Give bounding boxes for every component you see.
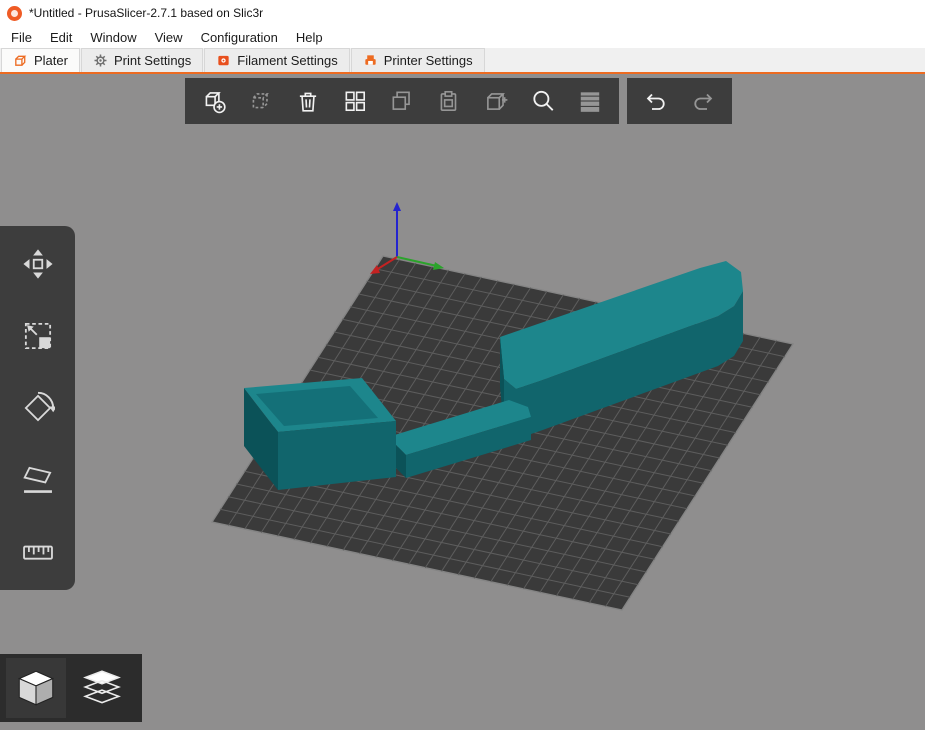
toolbar-undo-button[interactable] (639, 84, 673, 118)
sliced-preview-layers-icon (79, 665, 125, 711)
3d-editor-view-cube-icon (13, 665, 59, 711)
gizmo-move-button[interactable] (18, 244, 58, 284)
menu-help[interactable]: Help (287, 28, 332, 47)
undo-icon (643, 88, 669, 114)
plater-cube-icon (13, 53, 28, 68)
toolbar-variable-layer-height-button[interactable] (573, 84, 607, 118)
toolbar-add-instance-button[interactable] (479, 84, 513, 118)
toolbar-search-button[interactable] (526, 84, 560, 118)
3d-editor-view-button[interactable] (6, 658, 66, 718)
tab-filament-settings-label: Filament Settings (237, 53, 337, 68)
gear-icon (93, 53, 108, 68)
place-on-face-icon (21, 463, 55, 497)
toolbar-paste-button[interactable] (432, 84, 466, 118)
undo-redo-panel (627, 78, 732, 124)
gizmo-rotate-button[interactable] (18, 388, 58, 428)
viewport-3d[interactable] (0, 74, 925, 730)
menu-window[interactable]: Window (81, 28, 145, 47)
delete-all-trash-icon (295, 88, 321, 114)
toolbar-arrange-button[interactable] (338, 84, 372, 118)
printer-icon (363, 53, 378, 68)
prusaslicer-logo-icon (7, 6, 22, 21)
menu-file[interactable]: File (2, 28, 41, 47)
tab-plater-label: Plater (34, 53, 68, 68)
paste-icon (436, 88, 462, 114)
gizmo-measure-button[interactable] (18, 532, 58, 572)
add-instance-icon (483, 88, 509, 114)
top-toolbar (185, 78, 732, 124)
toolbar-add-button[interactable] (197, 84, 231, 118)
window-titlebar: *Untitled - PrusaSlicer-2.7.1 based on S… (0, 0, 925, 26)
rotate-icon (21, 391, 55, 425)
tab-print-settings-label: Print Settings (114, 53, 191, 68)
view-mode-bar (0, 654, 142, 722)
gizmo-place-on-face-button[interactable] (18, 460, 58, 500)
window-title: *Untitled - PrusaSlicer-2.7.1 based on S… (29, 6, 263, 20)
add-icon (201, 88, 227, 114)
gizmo-toolbar (0, 226, 75, 590)
move-icon (21, 247, 55, 281)
menu-edit[interactable]: Edit (41, 28, 81, 47)
tab-printer-settings-label: Printer Settings (384, 53, 473, 68)
copy-icon (389, 88, 415, 114)
tab-printer-settings[interactable]: Printer Settings (351, 48, 485, 72)
gizmo-scale-button[interactable] (18, 316, 58, 356)
sliced-preview-button[interactable] (72, 658, 132, 718)
measure-ruler-icon (21, 535, 55, 569)
redo-icon (690, 88, 716, 114)
toolbar-redo-button[interactable] (686, 84, 720, 118)
toolbar-delete-all-button[interactable] (291, 84, 325, 118)
object-toolbar-panel (185, 78, 619, 124)
menu-view[interactable]: View (146, 28, 192, 47)
toolbar-copy-button[interactable] (385, 84, 419, 118)
filament-spool-icon (216, 53, 231, 68)
arrange-icon (342, 88, 368, 114)
toolbar-delete-button[interactable] (244, 84, 278, 118)
variable-layer-height-icon (577, 88, 603, 114)
tab-print-settings[interactable]: Print Settings (81, 48, 203, 72)
settings-tabbar: Plater Print Settings Filament Settings (0, 48, 925, 74)
menu-configuration[interactable]: Configuration (192, 28, 287, 47)
delete-icon (248, 88, 274, 114)
viewport-3d-scene[interactable] (0, 74, 925, 730)
scale-icon (21, 319, 55, 353)
menubar: File Edit Window View Configuration Help (0, 26, 925, 48)
tab-filament-settings[interactable]: Filament Settings (204, 48, 349, 72)
tab-plater[interactable]: Plater (1, 48, 80, 72)
search-icon (530, 88, 556, 114)
